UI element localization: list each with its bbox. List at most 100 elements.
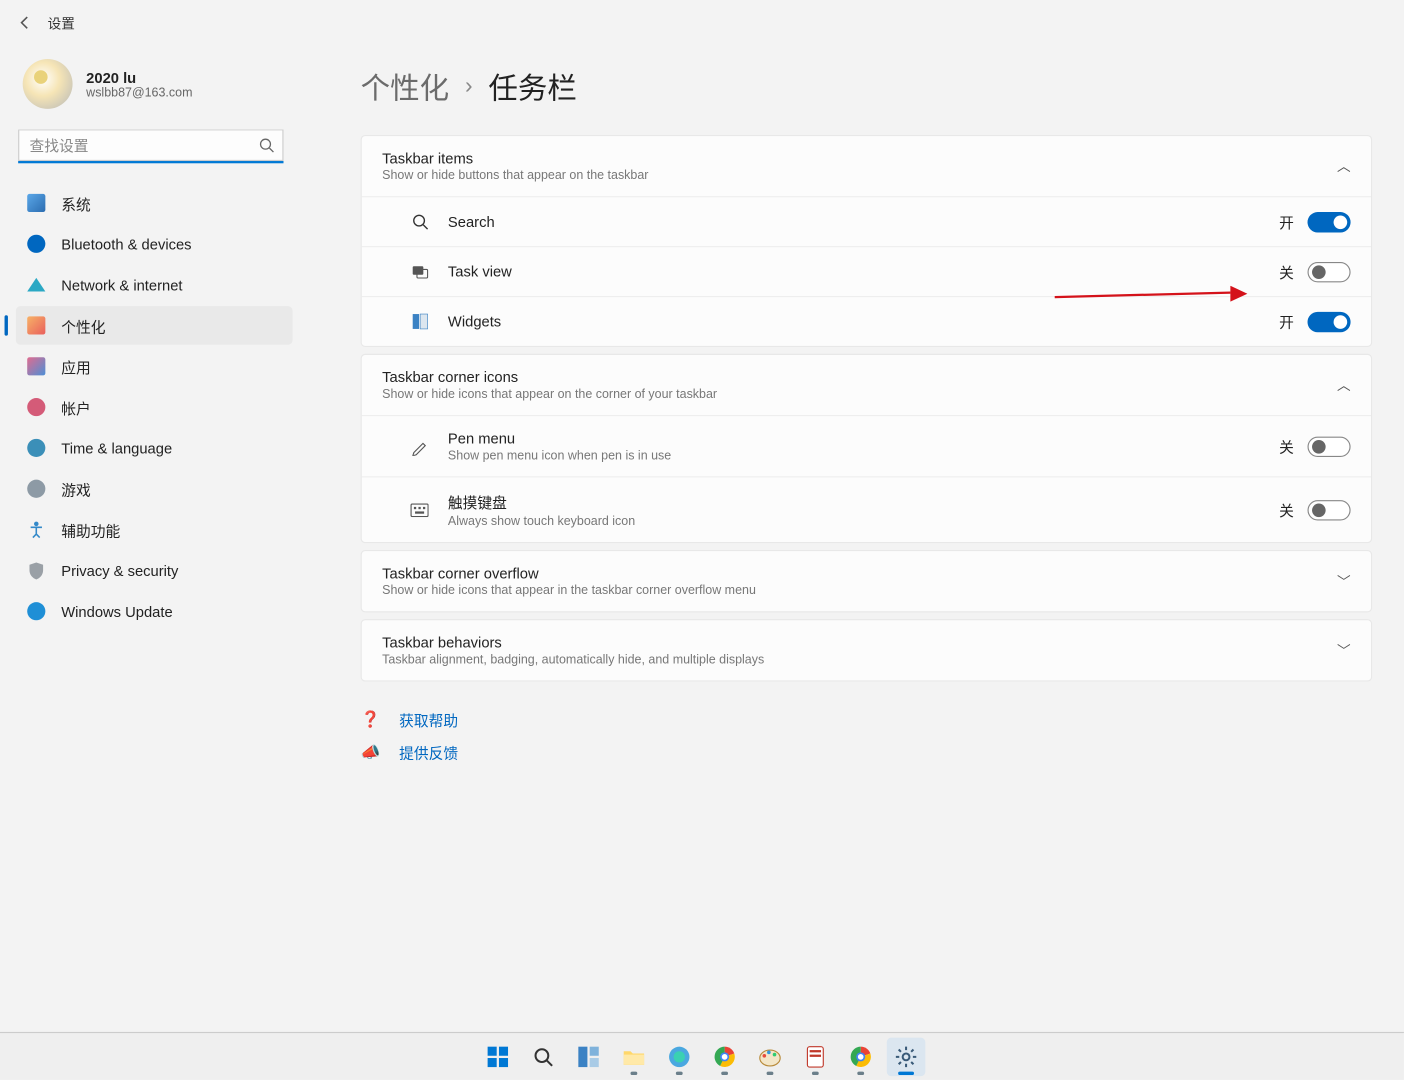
row-label: Widgets [448,313,501,330]
window-title: 设置 [48,13,75,32]
section-title: Taskbar corner icons [382,369,717,386]
section-subtitle: Show or hide icons that appear in the ta… [382,584,756,598]
toggle-state: 关 [1279,499,1294,521]
sidebar-item-accessibility[interactable]: 辅助功能 [16,510,293,549]
row-touch-keyboard: 触摸键盘 Always show touch keyboard icon 关 [362,476,1371,542]
feedback-icon: 📣 [361,743,381,762]
section-header-corner-icons[interactable]: Taskbar corner icons Show or hide icons … [362,355,1371,415]
sidebar-item-label: Privacy & security [61,562,178,579]
link-label: 获取帮助 [399,709,458,731]
sidebar-item-update[interactable]: Windows Update [16,592,293,631]
chevron-down-icon: ﹀ [1337,641,1351,660]
toggle-taskview[interactable] [1308,261,1351,281]
taskbar-app-icon-1[interactable] [660,1037,699,1076]
network-icon [27,276,45,294]
chevron-right-icon: › [465,74,473,100]
sidebar-item-network[interactable]: Network & internet [16,265,293,304]
search-icon [409,211,429,231]
sidebar-item-system[interactable]: 系统 [16,184,293,223]
privacy-icon [27,561,45,579]
taskbar-explorer-icon[interactable] [615,1037,654,1076]
keyboard-icon [409,500,429,520]
taskbar-widgets-icon[interactable] [569,1037,608,1076]
taskbar-settings-icon[interactable] [887,1037,926,1076]
sidebar-item-personalization[interactable]: 个性化 [16,306,293,345]
user-name: 2020 lu [86,69,192,86]
row-label: Search [448,213,495,230]
update-icon [27,602,45,620]
section-subtitle: Show or hide buttons that appear on the … [382,169,648,183]
sidebar-item-gaming[interactable]: 游戏 [16,469,293,508]
sidebar-item-label: 应用 [61,356,91,378]
chevron-down-icon: ﹀ [1337,572,1351,591]
sidebar-item-label: 系统 [61,192,91,214]
section-header-overflow[interactable]: Taskbar corner overflow Show or hide ico… [362,551,1371,611]
page-title: 任务栏 [488,66,576,108]
apps-icon [27,357,45,375]
back-button[interactable] [9,7,41,39]
personalization-icon [27,316,45,334]
toggle-touch-keyboard[interactable] [1308,500,1351,520]
sidebar-item-label: 帐户 [61,396,91,418]
help-icon: ❓ [361,710,381,729]
toggle-search[interactable] [1308,211,1351,231]
section-header-behaviors[interactable]: Taskbar behaviors Taskbar alignment, bad… [362,620,1371,680]
section-title: Taskbar behaviors [382,634,764,651]
taskbar-paint-icon[interactable] [751,1037,790,1076]
sidebar-item-bluetooth[interactable]: Bluetooth & devices [16,225,293,264]
taskbar-app-icon-2[interactable] [796,1037,835,1076]
user-block[interactable]: 2020 lu wslbb87@163.com [16,45,306,129]
breadcrumb: 个性化 › 任务栏 [361,66,1373,108]
bluetooth-icon [27,235,45,253]
toggle-state: 开 [1279,311,1294,333]
sidebar-item-apps[interactable]: 应用 [16,347,293,386]
avatar [23,59,73,109]
section-subtitle: Taskbar alignment, badging, automaticall… [382,653,764,667]
feedback-link[interactable]: 📣 提供反馈 [361,742,1373,764]
sidebar-item-label: Network & internet [61,276,182,293]
taskbar-start-icon[interactable] [479,1037,518,1076]
sidebar-item-label: Windows Update [61,603,172,620]
accounts-icon [27,398,45,416]
user-email: wslbb87@163.com [86,86,192,100]
sidebar-item-privacy[interactable]: Privacy & security [16,551,293,590]
sidebar-item-label: 游戏 [61,478,91,500]
sidebar-item-label: Bluetooth & devices [61,235,191,252]
widgets-icon [409,311,429,331]
chevron-up-icon: ︿ [1337,156,1351,175]
taskview-icon [409,261,429,281]
sidebar-item-accounts[interactable]: 帐户 [16,388,293,427]
sidebar-item-label: Time & language [61,439,172,456]
breadcrumb-parent[interactable]: 个性化 [361,66,449,108]
section-header-taskbar-items[interactable]: Taskbar items Show or hide buttons that … [362,136,1371,196]
section-corner-icons: Taskbar corner icons Show or hide icons … [361,354,1373,543]
link-label: 提供反馈 [399,742,458,764]
search-input[interactable] [18,129,283,163]
taskbar-chrome-icon[interactable] [705,1037,744,1076]
toggle-state: 关 [1279,261,1294,283]
row-label: Task view [448,263,512,280]
chevron-up-icon: ︿ [1337,375,1351,394]
section-behaviors: Taskbar behaviors Taskbar alignment, bad… [361,619,1373,681]
row-pen-menu: Pen menu Show pen menu icon when pen is … [362,415,1371,476]
time-icon [27,439,45,457]
section-taskbar-items: Taskbar items Show or hide buttons that … [361,135,1373,347]
taskbar-chrome2-icon[interactable] [841,1037,880,1076]
system-icon [27,194,45,212]
search-icon [259,137,275,156]
accessibility-icon [27,521,45,539]
row-sublabel: Show pen menu icon when pen is in use [448,449,671,463]
taskbar-search-icon[interactable] [524,1037,563,1076]
pen-icon [409,436,429,456]
toggle-widgets[interactable] [1308,311,1351,331]
sidebar-item-label: 辅助功能 [61,519,120,541]
get-help-link[interactable]: ❓ 获取帮助 [361,709,1373,731]
toggle-pen-menu[interactable] [1308,436,1351,456]
section-subtitle: Show or hide icons that appear on the co… [382,388,717,402]
sidebar-item-time[interactable]: Time & language [16,429,293,468]
row-taskview: Task view 关 [362,246,1371,296]
row-widgets: Widgets 开 [362,296,1371,346]
section-title: Taskbar corner overflow [382,565,756,582]
gaming-icon [27,480,45,498]
sidebar-item-label: 个性化 [61,315,105,337]
